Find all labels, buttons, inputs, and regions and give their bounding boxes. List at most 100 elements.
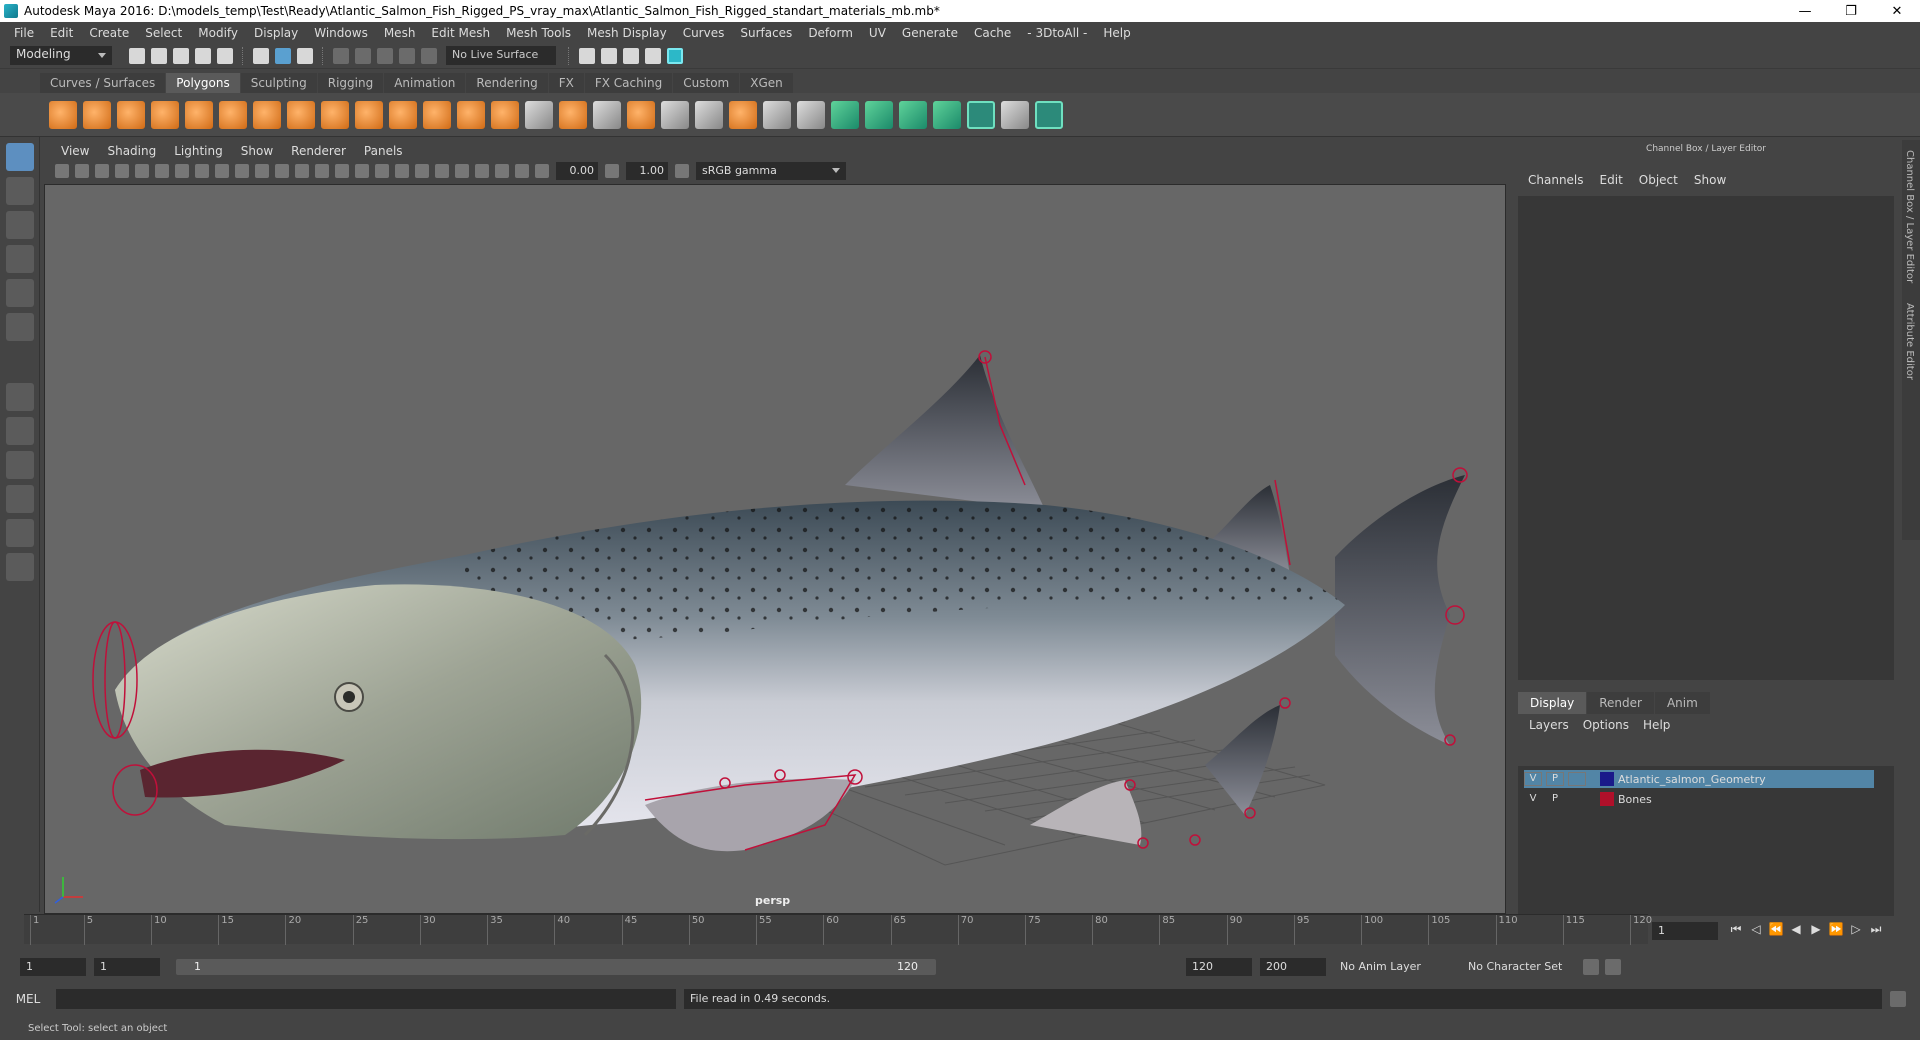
step-forward-key-button[interactable]: ▷ (1846, 922, 1866, 940)
extrude-icon[interactable] (559, 100, 587, 129)
2d-pan-zoom-icon[interactable] (135, 164, 149, 178)
step-back-frame-button[interactable]: ⏪ (1766, 922, 1786, 940)
playback-start-field[interactable]: 1 (94, 958, 160, 976)
menu-help[interactable]: Help (1095, 26, 1138, 40)
grease-pencil-icon[interactable] (155, 164, 169, 178)
combine-icon[interactable] (321, 100, 349, 129)
gamma-icon[interactable] (605, 164, 619, 178)
close-button[interactable]: ✕ (1874, 4, 1920, 19)
render-settings-icon[interactable] (645, 47, 661, 64)
go-to-end-button[interactable]: ⏭ (1866, 922, 1886, 940)
bridge-icon[interactable] (593, 100, 621, 129)
menu-deform[interactable]: Deform (800, 26, 861, 40)
animation-preferences-icon[interactable] (1605, 959, 1621, 975)
layer-color-swatch[interactable] (1600, 772, 1614, 786)
channel-box-area[interactable] (1518, 196, 1894, 680)
cb-menu-show[interactable]: Show (1686, 173, 1734, 187)
cb-menu-object[interactable]: Object (1631, 173, 1686, 187)
poly-pipe-icon[interactable] (287, 100, 315, 129)
paint-select-tool-icon[interactable] (6, 211, 34, 239)
menu-curves[interactable]: Curves (675, 26, 733, 40)
tab-xgen[interactable]: XGen (740, 73, 793, 93)
cylindrical-uv-icon[interactable] (865, 100, 893, 129)
menu-windows[interactable]: Windows (306, 26, 376, 40)
wireframe-on-shaded-icon[interactable] (335, 164, 349, 178)
gate-mask-icon[interactable] (235, 164, 249, 178)
freeze-transform-icon[interactable] (797, 100, 825, 129)
scale-tool-icon[interactable] (6, 313, 34, 341)
offset-edge-loop-icon[interactable] (695, 100, 723, 129)
tab-render[interactable]: Render (1587, 692, 1654, 714)
layer-color-swatch[interactable] (1600, 792, 1614, 806)
wireframe-icon[interactable] (295, 164, 309, 178)
smooth-icon[interactable] (389, 100, 417, 129)
layer-display-type[interactable] (1568, 792, 1586, 806)
open-scene-icon[interactable] (151, 47, 167, 64)
bookmark-icon[interactable] (95, 164, 109, 178)
insert-edge-loop-icon[interactable] (661, 100, 689, 129)
animation-end-field[interactable]: 200 (1260, 958, 1326, 976)
multi-cut-icon[interactable] (525, 100, 553, 129)
rotate-tool-icon[interactable] (6, 279, 34, 307)
tab-fx-caching[interactable]: FX Caching (584, 73, 673, 93)
poly-cylinder-icon[interactable] (117, 100, 145, 129)
ipr-render-icon[interactable] (623, 47, 639, 64)
poly-torus-icon[interactable] (219, 100, 247, 129)
side-tab-attribute-editor[interactable]: Attribute Editor (1902, 293, 1917, 390)
menu-create[interactable]: Create (81, 26, 137, 40)
tab-animation[interactable]: Animation (384, 73, 466, 93)
spherical-uv-icon[interactable] (899, 100, 927, 129)
outliner-layout-icon[interactable] (6, 553, 34, 581)
playback-end-field[interactable]: 120 (1186, 958, 1252, 976)
play-forward-button[interactable]: ▶ (1806, 922, 1826, 940)
gamma-field[interactable]: 1.00 (626, 162, 668, 180)
hypershade-icon[interactable] (667, 47, 683, 64)
menu-select[interactable]: Select (137, 26, 190, 40)
layer-visibility-toggle[interactable]: V (1524, 772, 1542, 786)
use-all-lights-icon[interactable] (375, 164, 389, 178)
shadows-icon[interactable] (395, 164, 409, 178)
motion-blur-icon[interactable] (435, 164, 449, 178)
le-menu-options[interactable]: Options (1576, 718, 1636, 732)
range-slider[interactable]: 1 120 (176, 959, 936, 975)
safe-action-icon[interactable] (275, 164, 289, 178)
tab-rendering[interactable]: Rendering (466, 73, 548, 93)
cb-menu-edit[interactable]: Edit (1592, 173, 1631, 187)
field-chart-icon[interactable] (255, 164, 269, 178)
poly-cone-icon[interactable] (151, 100, 179, 129)
script-editor-icon[interactable] (1890, 991, 1906, 1007)
vmenu-lighting[interactable]: Lighting (165, 144, 232, 158)
tab-polygons[interactable]: Polygons (166, 73, 240, 93)
render-view-icon[interactable] (579, 47, 595, 64)
vmenu-show[interactable]: Show (232, 144, 282, 158)
poly-plane-icon[interactable] (185, 100, 213, 129)
select-component-icon[interactable] (297, 47, 313, 64)
cb-menu-channels[interactable]: Channels (1520, 173, 1592, 187)
menu-mesh-display[interactable]: Mesh Display (579, 26, 675, 40)
layer-playback-toggle[interactable]: P (1546, 772, 1564, 786)
snap-view-plane-icon[interactable] (399, 47, 415, 64)
menu-surfaces[interactable]: Surfaces (732, 26, 800, 40)
tab-sculpting[interactable]: Sculpting (240, 73, 317, 93)
planar-uv-icon[interactable] (831, 100, 859, 129)
smooth-shade-icon[interactable] (315, 164, 329, 178)
color-space-dropdown[interactable]: sRGB gamma (696, 162, 846, 180)
minimize-button[interactable]: — (1782, 4, 1828, 19)
anti-aliasing-icon[interactable] (455, 164, 469, 178)
select-object-icon[interactable] (275, 47, 291, 64)
vmenu-view[interactable]: View (52, 144, 98, 158)
merge-icon[interactable] (729, 100, 757, 129)
tab-fx[interactable]: FX (548, 73, 584, 93)
menu-mesh-tools[interactable]: Mesh Tools (498, 26, 579, 40)
bevel-icon[interactable] (627, 100, 655, 129)
save-scene-icon[interactable] (173, 47, 189, 64)
tab-anim[interactable]: Anim (1654, 692, 1710, 714)
select-hierarchy-icon[interactable] (253, 47, 269, 64)
make-live-icon[interactable] (421, 47, 437, 64)
checker-icon[interactable] (1001, 100, 1029, 129)
persp-outliner-layout-icon[interactable] (6, 451, 34, 479)
separate-icon[interactable] (355, 100, 383, 129)
live-surface-field[interactable]: No Live Surface (446, 46, 556, 65)
tab-curves-surfaces[interactable]: Curves / Surfaces (40, 73, 166, 93)
menu-edit[interactable]: Edit (42, 26, 81, 40)
